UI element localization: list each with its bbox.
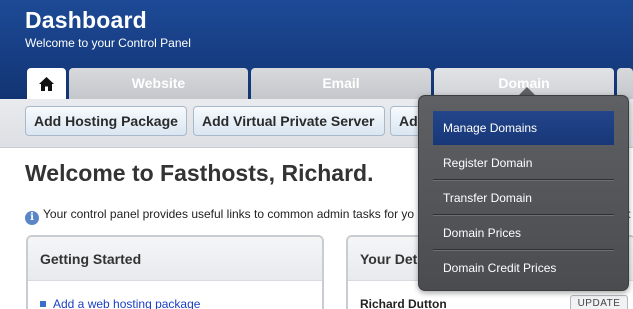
bullet-icon	[40, 301, 46, 307]
add-hosting-package-button[interactable]: Add Hosting Package	[25, 106, 187, 136]
welcome-heading: Welcome to Fasthosts, Richard.	[25, 160, 374, 186]
menu-item-manage-domains[interactable]: Manage Domains	[433, 111, 614, 145]
menu-item-domain-prices[interactable]: Domain Prices	[433, 216, 614, 250]
tab-email[interactable]: Email	[251, 68, 431, 99]
page-subtitle: Welcome to your Control Panel	[25, 36, 191, 50]
account-name: Richard Dutton	[360, 297, 447, 309]
info-icon: i	[25, 211, 39, 225]
tab-website[interactable]: Website	[69, 68, 248, 99]
info-text: Your control panel provides useful links…	[43, 207, 415, 221]
menu-item-domain-credit-prices[interactable]: Domain Credit Prices	[433, 251, 614, 285]
add-web-hosting-link[interactable]: Add a web hosting package	[40, 297, 200, 309]
page-title: Dashboard	[25, 7, 147, 33]
home-icon	[39, 77, 54, 91]
info-message: i Your control panel provides useful link…	[25, 207, 455, 225]
menu-item-register-domain[interactable]: Register Domain	[433, 146, 614, 180]
tab-home[interactable]	[27, 68, 66, 99]
link-label: Add a web hosting package	[53, 297, 201, 309]
panel-title: Getting Started	[28, 237, 322, 281]
menu-item-transfer-domain[interactable]: Transfer Domain	[433, 181, 614, 215]
getting-started-panel: Getting Started Add a web hosting packag…	[26, 235, 324, 309]
domain-dropdown-menu: Manage Domains Register Domain Transfer …	[418, 95, 629, 291]
add-vps-button[interactable]: Add Virtual Private Server	[193, 106, 385, 136]
update-button[interactable]: UPDATE	[570, 295, 628, 309]
